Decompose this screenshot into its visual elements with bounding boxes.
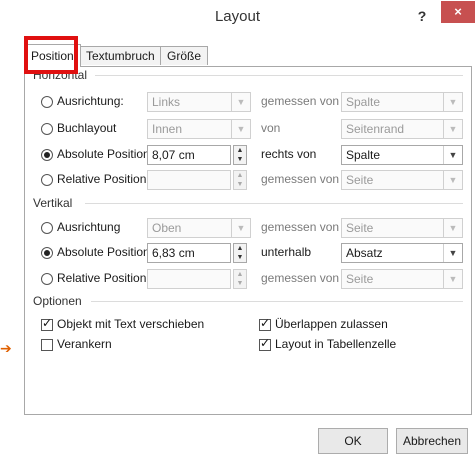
v-absolute-input[interactable]: 6,83 cm — [147, 243, 231, 263]
vertical-group-label: Vertikal — [33, 196, 73, 210]
h-absolute-spinner[interactable]: ▲ ▼ — [233, 145, 247, 165]
label-v-relative: Relative Position — [57, 271, 147, 285]
radio-v-ausrichtung[interactable] — [41, 222, 53, 234]
chevron-down-icon: ▼ — [443, 93, 462, 111]
pointer-arrow-icon: ➔ — [0, 340, 12, 356]
options-group-label: Optionen — [33, 294, 82, 308]
v-relative-target-value: Seite — [346, 272, 374, 286]
spin-up-icon[interactable]: ▲ — [234, 244, 246, 253]
divider — [85, 203, 463, 204]
h-ausrichtung-select[interactable]: Links ▼ — [147, 92, 251, 112]
label-h-ausrichtung: Ausrichtung: — [57, 94, 124, 108]
spin-down-icon[interactable]: ▼ — [234, 253, 246, 262]
label-h-buchlayout-rel: von — [261, 121, 281, 135]
label-v-absolute: Absolute Position — [57, 245, 150, 259]
v-ausrichtung-value: Oben — [152, 221, 182, 235]
h-absolute-input[interactable]: 8,07 cm — [147, 145, 231, 165]
label-h-absolute-rel: rechts von — [261, 147, 317, 161]
label-h-absolute: Absolute Position — [57, 147, 150, 161]
help-button[interactable]: ? — [411, 5, 433, 27]
radio-v-relative[interactable] — [41, 273, 53, 285]
chevron-down-icon: ▼ — [443, 219, 462, 237]
v-ausrichtung-target-value: Seite — [346, 221, 374, 235]
h-ausrichtung-target-select[interactable]: Spalte ▼ — [341, 92, 463, 112]
checkbox-layout-in-cell[interactable] — [259, 336, 271, 351]
horizontal-group-label: Horizontal — [33, 68, 88, 82]
v-relative-target-select[interactable]: Seite ▼ — [341, 269, 463, 289]
ok-button[interactable]: OK — [318, 428, 388, 454]
checkbox-allow-overlap[interactable] — [259, 316, 271, 331]
chevron-down-icon: ▼ — [443, 146, 462, 164]
v-absolute-target-value: Absatz — [346, 246, 383, 260]
label-v-ausrichtung-rel: gemessen von — [261, 220, 340, 234]
chevron-down-icon: ▼ — [231, 219, 250, 237]
radio-h-ausrichtung[interactable] — [41, 96, 53, 108]
title-bar: Layout ? × — [0, 0, 475, 34]
h-ausrichtung-target-value: Spalte — [346, 95, 381, 109]
cancel-button[interactable]: Abbrechen — [396, 428, 468, 454]
v-relative-spinner[interactable]: ▲ ▼ — [233, 269, 247, 289]
spin-down-icon[interactable]: ▼ — [234, 180, 246, 189]
chevron-down-icon: ▼ — [443, 270, 462, 288]
v-ausrichtung-target-select[interactable]: Seite ▼ — [341, 218, 463, 238]
label-v-ausrichtung: Ausrichtung — [57, 220, 121, 234]
position-panel: Horizontal Ausrichtung: Links ▼ gemessen … — [24, 66, 472, 415]
radio-v-absolute[interactable] — [41, 247, 53, 259]
spin-down-icon[interactable]: ▼ — [234, 155, 246, 164]
h-absolute-target-select[interactable]: Spalte ▼ — [341, 145, 463, 165]
spin-up-icon[interactable]: ▲ — [234, 146, 246, 155]
label-allow-overlap: Überlappen zulassen — [275, 317, 388, 331]
dialog-title: Layout — [214, 8, 261, 25]
h-buchlayout-value: Innen — [152, 122, 183, 136]
radio-h-absolute[interactable] — [41, 149, 53, 161]
h-buchlayout-target-value: Seitenrand — [346, 122, 405, 136]
h-absolute-target-value: Spalte — [346, 148, 381, 162]
divider — [91, 301, 463, 302]
label-h-ausrichtung-rel: gemessen von — [261, 94, 340, 108]
h-buchlayout-select[interactable]: Innen ▼ — [147, 119, 251, 139]
tab-groesse[interactable]: Größe — [160, 46, 209, 65]
h-relative-spinner[interactable]: ▲ ▼ — [233, 170, 247, 190]
h-ausrichtung-value: Links — [152, 95, 181, 109]
v-ausrichtung-select[interactable]: Oben ▼ — [147, 218, 251, 238]
label-layout-in-cell: Layout in Tabellenzelle — [275, 337, 397, 351]
radio-h-relative[interactable] — [41, 174, 53, 186]
spin-down-icon[interactable]: ▼ — [234, 279, 246, 288]
chevron-down-icon: ▼ — [443, 171, 462, 189]
chevron-down-icon: ▼ — [443, 244, 462, 262]
tab-textumbruch[interactable]: Textumbruch — [79, 46, 162, 65]
divider — [95, 75, 463, 76]
label-lock-anchor: Verankern — [57, 337, 112, 351]
spin-up-icon[interactable]: ▲ — [234, 270, 246, 279]
label-move-with-text: Objekt mit Text verschieben — [57, 317, 205, 331]
label-h-buchlayout: Buchlayout — [57, 121, 117, 135]
v-relative-input[interactable] — [147, 269, 231, 289]
checkbox-move-with-text[interactable] — [41, 316, 53, 331]
tab-position[interactable]: Position — [24, 44, 81, 67]
radio-h-buchlayout[interactable] — [41, 123, 53, 135]
label-v-relative-rel: gemessen von — [261, 271, 340, 285]
h-buchlayout-target-select[interactable]: Seitenrand ▼ — [341, 119, 463, 139]
spin-up-icon[interactable]: ▲ — [234, 171, 246, 180]
chevron-down-icon: ▼ — [231, 93, 250, 111]
checkbox-lock-anchor[interactable] — [41, 339, 53, 351]
v-absolute-target-select[interactable]: Absatz ▼ — [341, 243, 463, 263]
h-relative-target-value: Seite — [346, 173, 374, 187]
v-absolute-spinner[interactable]: ▲ ▼ — [233, 243, 247, 263]
label-h-relative-rel: gemessen von — [261, 172, 340, 186]
label-h-relative: Relative Position — [57, 172, 147, 186]
h-relative-input[interactable] — [147, 170, 231, 190]
label-v-absolute-rel: unterhalb — [261, 245, 312, 259]
close-button[interactable]: × — [441, 1, 475, 23]
chevron-down-icon: ▼ — [231, 120, 250, 138]
layout-dialog: Layout ? × Position Textumbruch Größe Ho… — [0, 0, 475, 466]
h-relative-target-select[interactable]: Seite ▼ — [341, 170, 463, 190]
chevron-down-icon: ▼ — [443, 120, 462, 138]
